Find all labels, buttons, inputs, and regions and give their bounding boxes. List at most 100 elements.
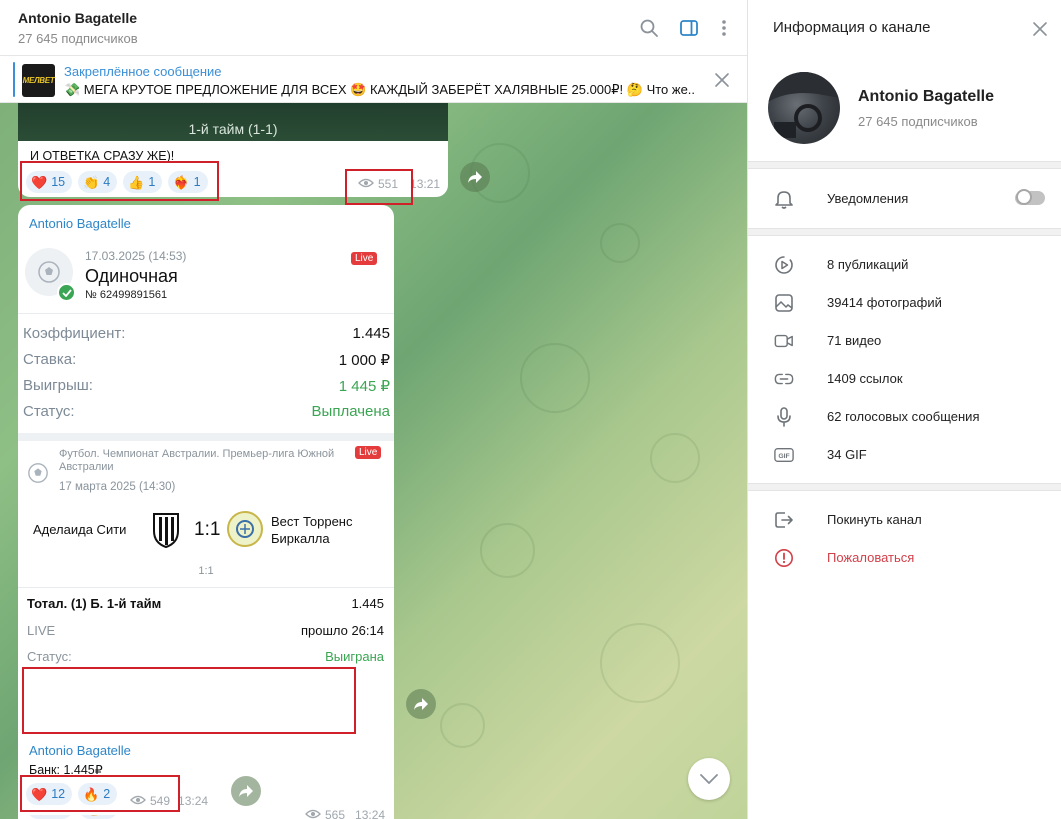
reaction-clap[interactable]: 👏 4 [78, 171, 118, 193]
thumbs-up-icon: 👍 [128, 174, 145, 190]
reaction-thumbs-up[interactable]: 👍1 [123, 171, 163, 193]
media-row-links[interactable]: 1409 ссылок [748, 360, 1061, 398]
sidebar-toggle-icon[interactable] [677, 16, 701, 40]
stake-value: 1 000 ₽ [338, 352, 390, 369]
bet-date: 17.03.2025 (14:53) [85, 249, 187, 263]
reaction-heart[interactable]: ❤️ 12 [26, 783, 73, 805]
match-card: Футбол. Чемпионат Австралии. Премьер-лиг… [18, 441, 394, 685]
market-name: Тотал. (1) Б. 1-й тайм [27, 596, 162, 611]
pinned-title: Закреплённое сообщение [64, 64, 222, 79]
coef-value: 1.445 [352, 325, 390, 342]
message-bubble[interactable]: 1-й тайм (1-1) И ОТВЕТКА СРАЗУ ЖЕ)! ❤️ 15… [18, 103, 448, 197]
view-count: 551 [378, 177, 399, 191]
card-separator [18, 433, 394, 441]
win-value: 1 445 ₽ [338, 378, 390, 395]
message-time: 13:24 [355, 808, 386, 819]
chat-header[interactable]: Antonio Bagatelle 27 645 подписчиков [0, 0, 747, 56]
video-icon [774, 331, 794, 351]
link-icon [774, 369, 794, 389]
media-label: 34 GIF [827, 447, 867, 462]
live-badge: Live [355, 446, 382, 459]
eye-icon [358, 177, 374, 191]
forward-button[interactable] [406, 689, 436, 719]
chat-pane: Antonio Bagatelle 27 645 подписчиков МЕЛ… [0, 0, 747, 819]
forward-button[interactable] [231, 776, 261, 806]
message-time: 13:21 [410, 177, 441, 191]
view-count: 565 [325, 808, 346, 819]
reactions-bar: ❤️ 12 🔥 2 [26, 783, 118, 805]
leave-icon [774, 510, 794, 530]
bet-slip: 17.03.2025 (14:53) Одиночная № 624998915… [18, 239, 394, 433]
warning-icon [774, 548, 794, 568]
home-team: Аделаида Сити [33, 522, 127, 537]
pinned-text: 💸 МЕГА КРУТОЕ ПРЕДЛОЖЕНИЕ ДЛЯ ВСЕХ 🤩 КАЖ… [64, 82, 694, 97]
channel-subscribers: 27 645 подписчиков [858, 114, 978, 129]
sender-name[interactable]: Antonio Bagatelle [29, 743, 131, 758]
eye-icon [305, 808, 321, 819]
reaction-count: 15 [51, 175, 66, 189]
chevron-down-icon [700, 774, 718, 784]
section-separator [748, 161, 1061, 169]
match-status: Выиграна [325, 649, 384, 664]
reaction-count: 1 [148, 175, 156, 189]
pinned-thumbnail: МЕЛBET [22, 64, 55, 97]
close-icon[interactable] [1031, 20, 1049, 38]
media-row-publications[interactable]: 8 публикаций [748, 246, 1061, 284]
notifications-row[interactable]: Уведомления [748, 180, 1061, 218]
more-menu-icon[interactable] [712, 16, 736, 40]
away-team: Вест Торренс Биркалла [271, 514, 353, 546]
scroll-down-button[interactable] [688, 758, 730, 800]
sender-name[interactable]: Antonio Bagatelle [29, 216, 131, 231]
media-label: 39414 фотографий [827, 295, 942, 310]
close-pinned-icon[interactable] [713, 71, 731, 89]
stake-label: Ставка: [23, 351, 77, 368]
message-meta: 551 13:21 [358, 177, 440, 191]
away-team-logo [227, 511, 263, 547]
pinned-message[interactable]: МЕЛBET Закреплённое сообщение 💸 МЕГА КРУ… [0, 57, 747, 103]
media-label: 71 видео [827, 333, 882, 348]
bet-number: № 62499891561 [85, 289, 168, 301]
bell-icon [774, 189, 794, 209]
football-icon [26, 461, 50, 485]
channel-avatar[interactable] [768, 72, 840, 144]
match-status-label: Статус: [27, 649, 72, 664]
media-row-photos[interactable]: 39414 фотографий [748, 284, 1061, 322]
svg-text:GIF: GIF [778, 453, 789, 460]
notifications-label: Уведомления [827, 191, 909, 206]
heart-on-fire-icon: ❤️‍🔥 [173, 174, 190, 190]
media-label: 8 публикаций [827, 257, 909, 272]
bet-type: Одиночная [85, 266, 178, 286]
media-label: 1409 ссылок [827, 371, 903, 386]
search-icon[interactable] [637, 16, 661, 40]
channel-name: Antonio Bagatelle [858, 88, 995, 105]
leave-channel-button[interactable]: Покинуть канал [748, 501, 1061, 539]
divider [18, 587, 394, 588]
live-badge: Live [351, 252, 378, 265]
halftime-score: 1:1 [198, 565, 214, 577]
report-button[interactable]: Пожаловаться [748, 539, 1061, 577]
eye-icon [130, 794, 146, 808]
media-label: 62 голосовых сообщения [827, 409, 980, 424]
status-value: Выплачена [311, 403, 390, 420]
message-bubble[interactable]: Antonio Bagatelle 17.03.2025 (14:53) Оди… [18, 205, 394, 819]
heart-icon: ❤️ [31, 174, 48, 190]
status-label: Статус: [23, 403, 75, 420]
chat-title[interactable]: Antonio Bagatelle [18, 10, 137, 26]
media-row-voice[interactable]: 62 голосовых сообщения [748, 398, 1061, 436]
media-row-videos[interactable]: 71 видео [748, 322, 1061, 360]
reaction-heart[interactable]: ❤️ 15 [26, 171, 73, 193]
info-title: Информация о канале [773, 19, 931, 36]
chat-background: 1-й тайм (1-1) И ОТВЕТКА СРАЗУ ЖЕ)! ❤️ 15… [0, 103, 747, 819]
message-text: Банк: 1.445₽ [29, 763, 103, 777]
reaction-heart-fire[interactable]: ❤️‍🔥 1 [168, 171, 208, 193]
media-banner: 1-й тайм (1-1) [18, 103, 448, 141]
notifications-toggle[interactable] [1015, 189, 1045, 205]
publications-icon [774, 255, 794, 275]
home-team-logo [151, 511, 181, 549]
photo-icon [774, 293, 794, 313]
match-date: 17 марта 2025 (14:30) [59, 481, 176, 493]
media-row-gif[interactable]: GIF 34 GIF [748, 436, 1061, 474]
reaction-fire[interactable]: 🔥 2 [78, 783, 118, 805]
forward-button[interactable] [460, 162, 490, 192]
message-meta: 549 13:24 [130, 794, 208, 808]
